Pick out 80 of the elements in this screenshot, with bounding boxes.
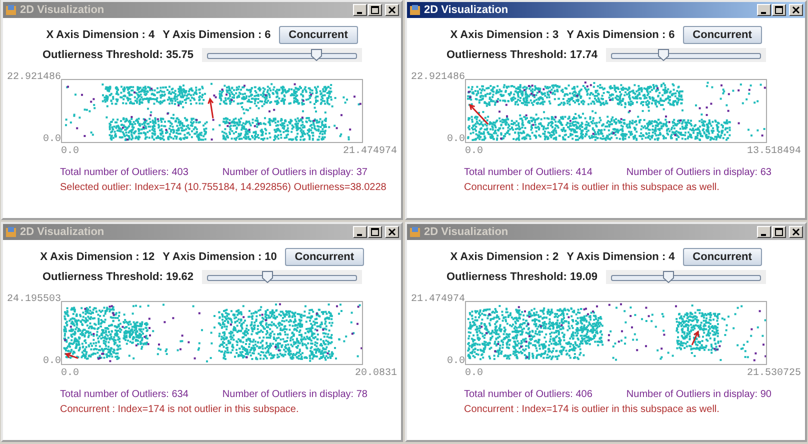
- concurrent-button[interactable]: Concurrent: [682, 248, 762, 266]
- y-dimension-label: Y Axis Dimension : 6: [566, 29, 675, 41]
- threshold-slider[interactable]: [202, 270, 362, 284]
- close-icon: [388, 228, 396, 236]
- app-icon: [409, 4, 421, 16]
- window-title: 2D Visualization: [20, 226, 106, 238]
- close-icon: [792, 6, 800, 14]
- x-axis-max-label: 13.518494: [746, 147, 801, 157]
- total-outliers-text: Total number of Outliers: 403: [60, 167, 188, 178]
- minimize-button[interactable]: [757, 226, 771, 238]
- total-outliers-text: Total number of Outliers: 634: [60, 389, 188, 400]
- y-axis-min-label: 0.0: [446, 357, 465, 367]
- total-outliers-text: Total number of Outliers: 406: [464, 389, 592, 400]
- threshold-slider[interactable]: [606, 270, 766, 284]
- window-title: 2D Visualization: [20, 4, 106, 16]
- concurrent-button[interactable]: Concurrent: [278, 26, 358, 44]
- x-dimension-label: X Axis Dimension : 12: [40, 251, 155, 263]
- y-dimension-label: Y Axis Dimension : 10: [162, 251, 277, 263]
- total-outliers-text: Total number of Outliers: 414: [464, 167, 592, 178]
- outliers-in-display-text: Number of Outliers in display: 78: [222, 389, 368, 400]
- x-axis-min-label: 0.0: [465, 147, 484, 157]
- y-axis-max-label: 24.195503: [6, 295, 61, 305]
- concurrent-button[interactable]: Concurrent: [284, 248, 364, 266]
- app-icon: [5, 4, 17, 16]
- maximize-icon: [775, 228, 783, 236]
- close-button[interactable]: [789, 226, 803, 238]
- x-axis-min-label: 0.0: [465, 369, 484, 379]
- outliers-in-display-text: Number of Outliers in display: 63: [626, 167, 772, 178]
- close-icon: [388, 6, 396, 14]
- close-icon: [792, 228, 800, 236]
- threshold-label: Outlierness Threshold: 35.75: [42, 49, 194, 61]
- x-axis-max-label: 21.530725: [746, 369, 801, 379]
- threshold-label: Outlierness Threshold: 19.09: [446, 271, 598, 283]
- x-axis-min-label: 0.0: [61, 369, 80, 379]
- close-button[interactable]: [385, 4, 399, 16]
- slider-thumb[interactable]: [658, 49, 669, 61]
- x-dimension-label: X Axis Dimension : 2: [450, 251, 559, 263]
- maximize-icon: [371, 6, 379, 14]
- status-message: Concurrent : Index=174 is not outlier in this subspace.: [60, 404, 299, 415]
- threshold-label: Outlierness Threshold: 19.62: [42, 271, 194, 283]
- maximize-button[interactable]: [772, 226, 786, 238]
- app-icon: [409, 226, 421, 238]
- y-dimension-label: Y Axis Dimension : 4: [566, 251, 675, 263]
- status-message: Concurrent : Index=174 is outlier in this subspace as well.: [464, 182, 720, 193]
- x-dimension-label: X Axis Dimension : 3: [450, 29, 559, 41]
- y-axis-max-label: 22.921486: [6, 73, 61, 83]
- y-axis-min-label: 0.0: [42, 357, 61, 367]
- slider-thumb[interactable]: [311, 49, 322, 61]
- close-button[interactable]: [385, 226, 399, 238]
- outliers-in-display-text: Number of Outliers in display: 37: [222, 167, 368, 178]
- maximize-icon: [371, 228, 379, 236]
- x-axis-min-label: 0.0: [61, 147, 80, 157]
- maximize-button[interactable]: [772, 4, 786, 16]
- threshold-slider[interactable]: [606, 48, 766, 62]
- threshold-label: Outlierness Threshold: 17.74: [446, 49, 598, 61]
- slider-thumb[interactable]: [662, 271, 674, 283]
- y-axis-min-label: 0.0: [42, 135, 61, 145]
- minimize-button[interactable]: [353, 226, 367, 238]
- y-axis-max-label: 22.921486: [410, 73, 465, 83]
- maximize-button[interactable]: [368, 226, 382, 238]
- status-message: Concurrent : Index=174 is outlier in this subspace as well.: [464, 404, 720, 415]
- maximize-button[interactable]: [368, 4, 382, 16]
- window-title: 2D Visualization: [424, 226, 510, 238]
- app-icon: [5, 226, 17, 238]
- maximize-icon: [775, 6, 783, 14]
- x-axis-max-label: 21.474974: [342, 147, 397, 157]
- y-axis-min-label: 0.0: [446, 135, 465, 145]
- y-axis-max-label: 21.474974: [410, 295, 465, 305]
- x-axis-max-label: 20.0831: [354, 369, 397, 379]
- window-title: 2D Visualization: [424, 4, 510, 16]
- status-message: Selected outlier: Index=174 (10.755184, 14.292856) Outlierness=38.0228: [60, 182, 386, 193]
- minimize-button[interactable]: [757, 4, 771, 16]
- concurrent-button[interactable]: Concurrent: [682, 26, 762, 44]
- minimize-button[interactable]: [353, 4, 367, 16]
- y-dimension-label: Y Axis Dimension : 6: [162, 29, 271, 41]
- outliers-in-display-text: Number of Outliers in display: 90: [626, 389, 772, 400]
- close-button[interactable]: [789, 4, 803, 16]
- x-dimension-label: X Axis Dimension : 4: [46, 29, 155, 41]
- slider-thumb[interactable]: [262, 271, 272, 283]
- threshold-slider[interactable]: [202, 48, 362, 62]
